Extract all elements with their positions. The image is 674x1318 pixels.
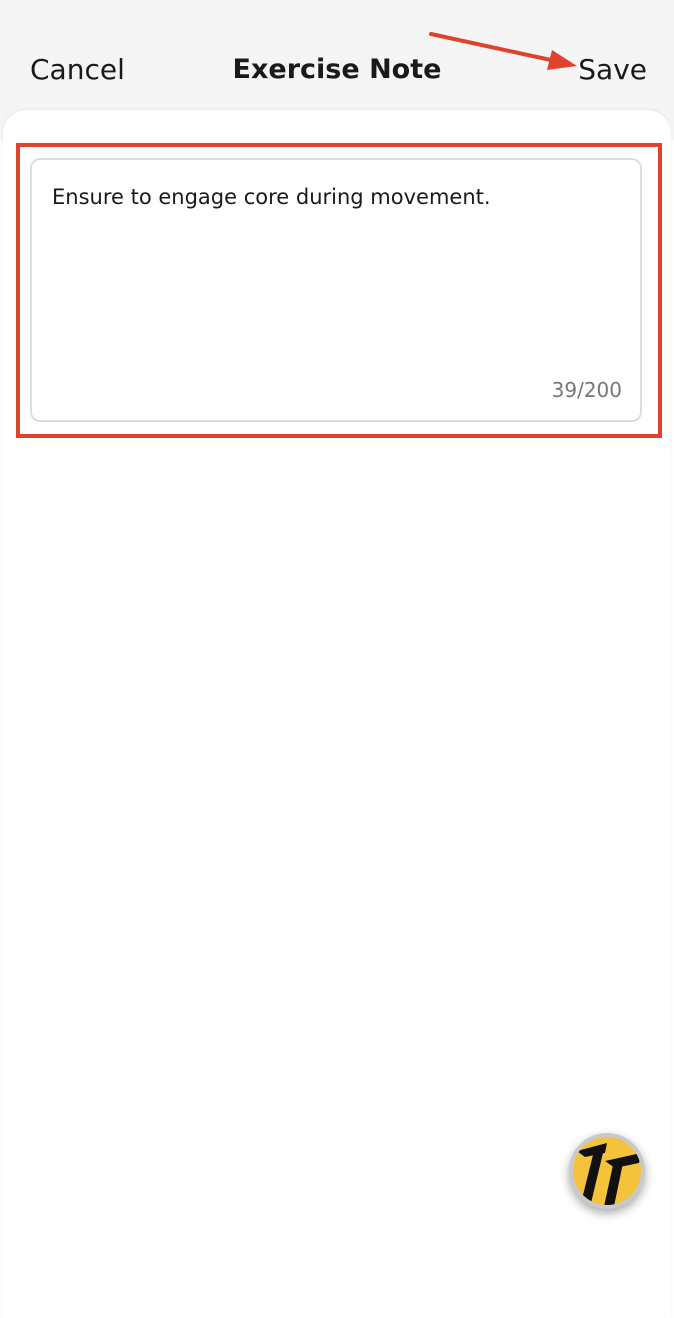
character-counter: 39/200 bbox=[551, 378, 622, 402]
floating-logo-button[interactable] bbox=[567, 1131, 647, 1211]
note-input[interactable]: Ensure to engage core during movement. 3… bbox=[30, 158, 642, 422]
page-title: Exercise Note bbox=[232, 54, 442, 85]
save-button[interactable]: Save bbox=[578, 50, 647, 90]
brand-logo-icon bbox=[569, 1133, 645, 1209]
note-text: Ensure to engage core during movement. bbox=[52, 185, 491, 209]
